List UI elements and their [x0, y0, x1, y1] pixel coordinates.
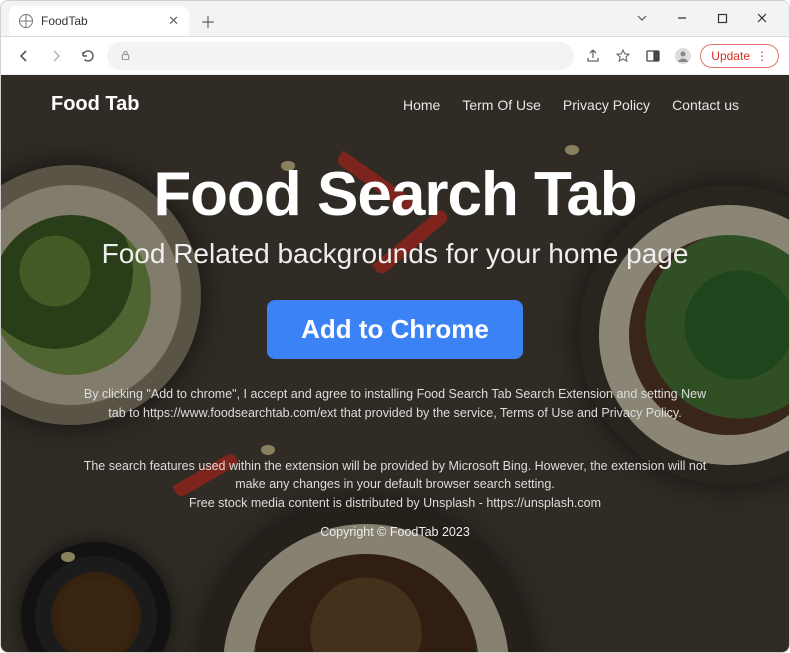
- share-icon[interactable]: [580, 43, 606, 69]
- window-controls: [623, 4, 781, 32]
- titlebar: FoodTab ✕ ＋: [1, 1, 789, 37]
- nav-link-privacy[interactable]: Privacy Policy: [563, 97, 650, 113]
- tab-title: FoodTab: [41, 14, 88, 28]
- lock-icon: [119, 49, 132, 62]
- browser-window: FoodTab ✕ ＋ Update ⋮: [0, 0, 790, 653]
- site-logo[interactable]: Food Tab: [51, 93, 140, 116]
- chevron-down-icon[interactable]: [623, 4, 661, 32]
- browser-toolbar: Update ⋮: [1, 37, 789, 75]
- page-content: Food Tab Home Term Of Use Privacy Policy…: [1, 75, 789, 652]
- browser-tab[interactable]: FoodTab ✕: [9, 6, 189, 36]
- overlay: Food Tab Home Term Of Use Privacy Policy…: [1, 75, 789, 652]
- side-panel-icon[interactable]: [640, 43, 666, 69]
- globe-icon: [19, 14, 33, 28]
- maximize-button[interactable]: [703, 4, 741, 32]
- profile-icon[interactable]: [670, 43, 696, 69]
- back-button[interactable]: [11, 43, 37, 69]
- reload-button[interactable]: [75, 43, 101, 69]
- menu-dots-icon: ⋮: [756, 49, 768, 63]
- nav-link-terms[interactable]: Term Of Use: [462, 97, 541, 113]
- forward-button[interactable]: [43, 43, 69, 69]
- add-to-chrome-button[interactable]: Add to Chrome: [267, 300, 523, 359]
- new-tab-button[interactable]: ＋: [195, 8, 221, 34]
- copyright-text: Copyright © FoodTab 2023: [320, 525, 470, 539]
- nav-links: Home Term Of Use Privacy Policy Contact …: [403, 97, 739, 113]
- hero-section: Food Search Tab Food Related backgrounds…: [1, 134, 789, 652]
- footnote-text: The search features used within the exte…: [75, 457, 715, 513]
- bookmark-icon[interactable]: [610, 43, 636, 69]
- nav-link-home[interactable]: Home: [403, 97, 440, 113]
- nav-link-contact[interactable]: Contact us: [672, 97, 739, 113]
- close-button[interactable]: [743, 4, 781, 32]
- site-navbar: Food Tab Home Term Of Use Privacy Policy…: [1, 75, 789, 134]
- toolbar-actions: Update ⋮: [580, 43, 779, 69]
- update-button[interactable]: Update ⋮: [700, 44, 779, 68]
- tab-close-icon[interactable]: ✕: [168, 13, 179, 29]
- update-label: Update: [711, 49, 750, 63]
- address-bar[interactable]: [107, 42, 574, 70]
- minimize-button[interactable]: [663, 4, 701, 32]
- disclaimer-text: By clicking "Add to chrome", I accept an…: [75, 385, 715, 423]
- hero-title: Food Search Tab: [153, 164, 636, 226]
- hero-subtitle: Food Related backgrounds for your home p…: [102, 238, 689, 270]
